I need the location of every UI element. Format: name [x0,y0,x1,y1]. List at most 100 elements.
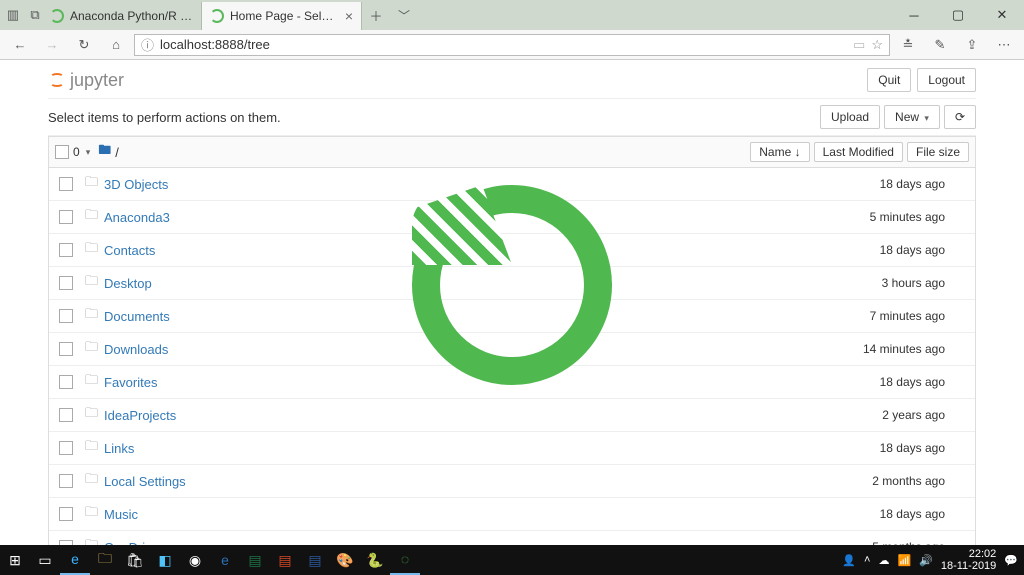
notes-icon[interactable]: ✎ [926,31,954,59]
select-all-checkbox[interactable] [55,145,69,159]
item-modified: 18 days ago [880,441,969,455]
favorite-star-icon[interactable]: ☆ [871,37,883,53]
home-button[interactable]: ⌂ [102,31,130,59]
tab-preview-icon[interactable]: ⧉ [28,8,42,22]
item-modified: 18 days ago [880,243,969,257]
people-icon[interactable]: 👤 [842,554,856,567]
info-icon[interactable]: ⓘ [141,35,154,54]
system-tray[interactable]: 👤 ˄ ☁ 📶 🔊 22:02 18-11-2019 💬 [842,548,1024,572]
folder-icon: 🗀 [85,536,98,545]
tab-label: Anaconda Python/R Distribu [70,9,193,23]
task-view-button[interactable]: ▭ [30,545,60,575]
page-content: jupyter Quit Logout Select items to perf… [0,60,1024,545]
item-link[interactable]: Links [104,441,134,456]
row-checkbox[interactable] [59,375,73,389]
close-tab-icon[interactable]: × [345,8,353,24]
item-modified: 5 months ago [872,540,969,545]
chrome-icon[interactable]: ◉ [180,545,210,575]
tab-aside-icon[interactable]: ▥ [6,8,20,22]
new-tab-button[interactable]: ＋ [362,6,390,25]
item-link[interactable]: Documents [104,309,170,324]
item-link[interactable]: Music [104,507,138,522]
row-checkbox[interactable] [59,309,73,323]
sort-modified-button[interactable]: Last Modified [814,142,903,162]
sort-size-button[interactable]: File size [907,142,969,162]
item-modified: 18 days ago [880,375,969,389]
item-modified: 5 minutes ago [870,210,969,224]
onedrive-tray-icon[interactable]: ☁ [878,554,889,567]
logout-button[interactable]: Logout [917,68,976,92]
item-link[interactable]: Favorites [104,375,157,390]
ie-icon[interactable]: e [210,545,240,575]
item-link[interactable]: Local Settings [104,474,186,489]
refresh-list-button[interactable]: ⟳ [944,105,976,129]
start-button[interactable]: ⊞ [0,545,30,575]
item-link[interactable]: Anaconda3 [104,210,170,225]
item-modified: 18 days ago [880,507,969,521]
python-icon[interactable]: 🐍 [360,545,390,575]
more-icon[interactable]: ⋯ [990,31,1018,59]
clock[interactable]: 22:02 18-11-2019 [941,548,996,572]
jupyter-logo[interactable]: jupyter [48,70,124,91]
share-icon[interactable]: ⇪ [958,31,986,59]
item-link[interactable]: Desktop [104,276,152,291]
browser-tab[interactable]: Home Page - Select or c × [202,2,362,30]
reading-view-icon[interactable]: ▭ [853,37,865,53]
jupyter-logo-text: jupyter [70,70,124,91]
list-item: 🗀Local Settings2 months ago [49,465,975,498]
favorites-icon[interactable]: ≛ [894,31,922,59]
word-icon[interactable]: ▤ [300,545,330,575]
upload-button[interactable]: Upload [820,105,880,129]
row-checkbox[interactable] [59,342,73,356]
store-icon[interactable]: 🛍 [120,545,150,575]
close-window-button[interactable]: ✕ [980,0,1024,30]
row-checkbox[interactable] [59,177,73,191]
item-link[interactable]: OneDrive [104,540,159,546]
breadcrumb-folder-icon[interactable]: 🖿 [98,141,111,163]
list-item: 🗀IdeaProjects2 years ago [49,399,975,432]
refresh-button[interactable]: ↻ [70,31,98,59]
browser-tab[interactable]: Anaconda Python/R Distribu [42,2,202,30]
item-link[interactable]: IdeaProjects [104,408,176,423]
back-button[interactable]: ← [6,31,34,59]
action-center-icon[interactable]: 💬 [1004,554,1018,567]
row-checkbox[interactable] [59,243,73,257]
powerpoint-icon[interactable]: ▤ [270,545,300,575]
paint-icon[interactable]: 🎨 [330,545,360,575]
item-link[interactable]: Downloads [104,342,168,357]
select-dropdown-icon[interactable]: ▾ [86,147,91,158]
maximize-button[interactable]: ▢ [936,0,980,30]
item-modified: 3 hours ago [882,276,969,290]
row-checkbox[interactable] [59,276,73,290]
quit-button[interactable]: Quit [867,68,911,92]
row-checkbox[interactable] [59,441,73,455]
excel-icon[interactable]: ▤ [240,545,270,575]
explorer-icon[interactable]: 🗀 [90,545,120,575]
row-checkbox[interactable] [59,507,73,521]
network-icon[interactable]: 📶 [897,554,911,567]
tab-chevron-icon[interactable]: ﹀ [390,7,418,24]
item-modified: 14 minutes ago [863,342,969,356]
row-checkbox[interactable] [59,408,73,422]
row-checkbox[interactable] [59,540,73,545]
tab-label: Home Page - Select or c [230,9,339,23]
item-link[interactable]: 3D Objects [104,177,168,192]
jupyter-toolbar: Select items to perform actions on them.… [48,99,976,136]
url-input[interactable] [160,37,847,52]
edge-icon[interactable]: e [60,545,90,575]
tray-chevron-icon[interactable]: ˄ [864,554,870,566]
folder-icon: 🗀 [85,305,98,327]
breadcrumb-root[interactable]: / [115,145,119,160]
selected-count: 0 [73,145,80,159]
row-checkbox[interactable] [59,474,73,488]
item-link[interactable]: Contacts [104,243,155,258]
forward-button[interactable]: → [38,31,66,59]
app1-icon[interactable]: ◧ [150,545,180,575]
sort-name-button[interactable]: Name ↓ [750,142,809,162]
anaconda-icon[interactable]: ◌ [390,545,420,575]
minimize-button[interactable]: ─ [892,0,936,30]
row-checkbox[interactable] [59,210,73,224]
volume-icon[interactable]: 🔊 [919,554,933,567]
new-button[interactable]: New ▾ [884,105,940,129]
url-box[interactable]: ⓘ ▭ ☆ [134,34,890,56]
